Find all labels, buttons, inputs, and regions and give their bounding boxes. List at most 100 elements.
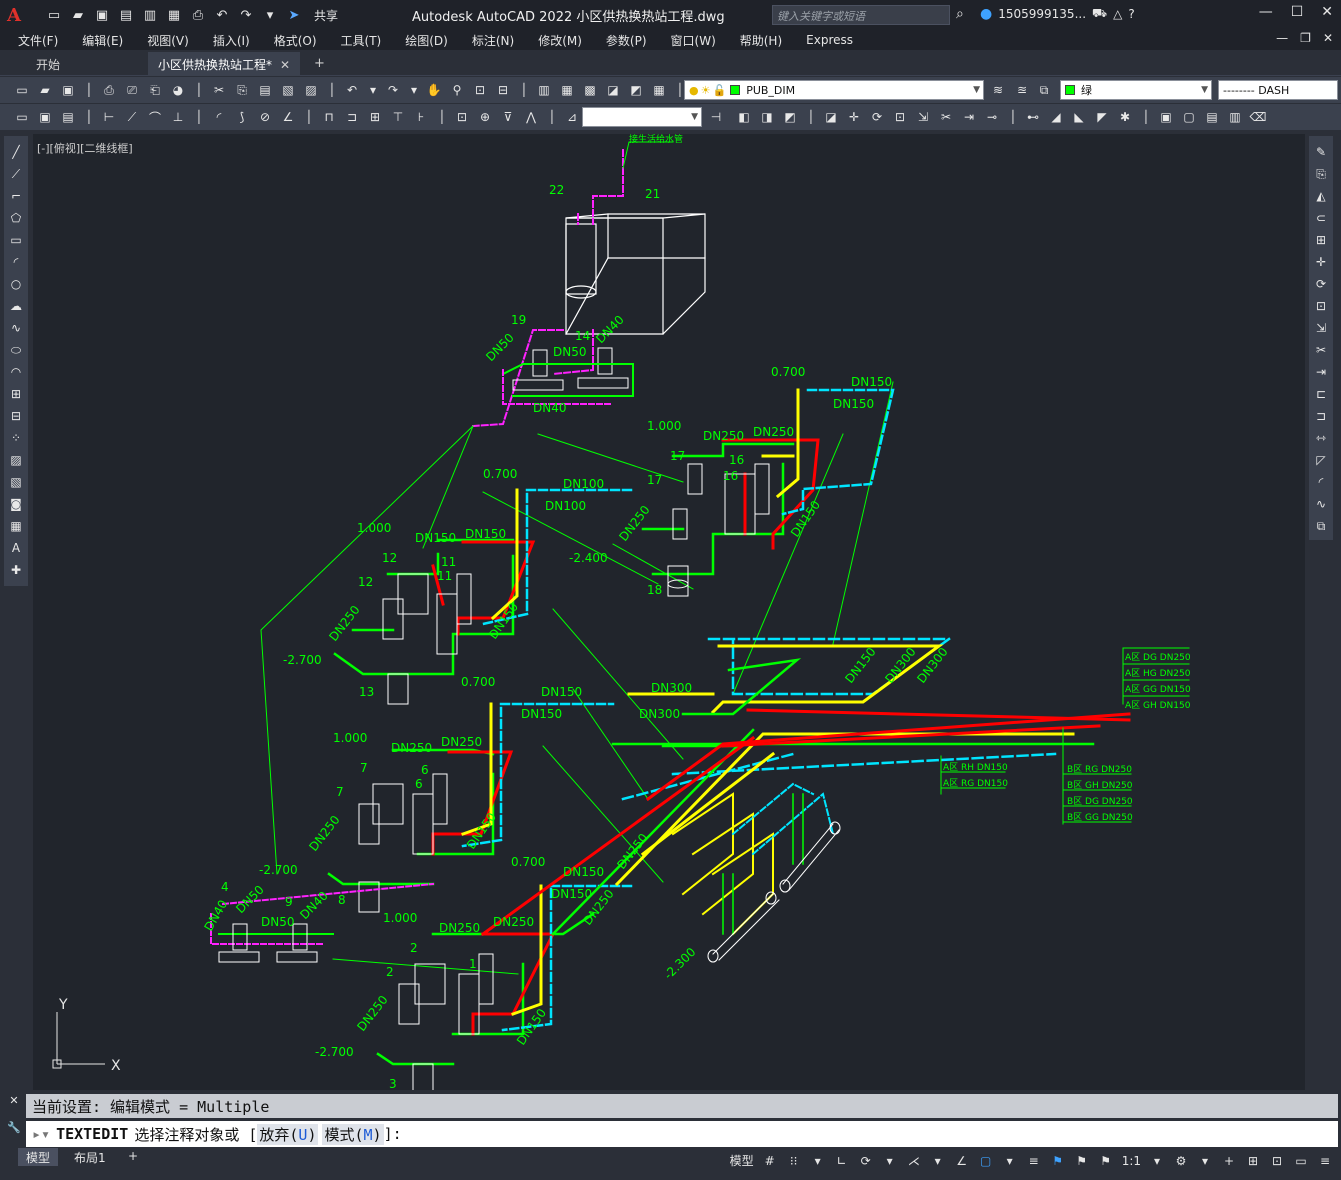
lineweight-icon[interactable]: ≡ <box>1026 1154 1042 1168</box>
dim-aligned2-icon[interactable]: ⟋ <box>122 107 142 127</box>
menu-insert[interactable]: 插入(I) <box>213 32 262 49</box>
extend-icon[interactable]: ⇥ <box>959 107 979 127</box>
open-folder-icon[interactable]: ▰ <box>68 6 88 24</box>
open-icon[interactable]: ▰ <box>35 80 55 100</box>
tool-palettes-icon[interactable]: ▩ <box>580 80 600 100</box>
rotate-icon[interactable]: ⟳ <box>1311 274 1331 294</box>
cut-icon[interactable]: ✂ <box>209 80 229 100</box>
annotation-scale-value[interactable]: 1:1 <box>1122 1154 1141 1168</box>
add-selected-icon[interactable]: ✚ <box>6 560 26 580</box>
menu-edit[interactable]: 编辑(E) <box>82 32 135 49</box>
dim-jogged-icon[interactable]: ⟆ <box>232 107 252 127</box>
menu-format[interactable]: 格式(O) <box>274 32 329 49</box>
calculator-icon[interactable]: ▦ <box>649 80 669 100</box>
paste-icon[interactable]: ▤ <box>255 80 275 100</box>
make-block-icon[interactable]: ⊟ <box>6 406 26 426</box>
copy-icon[interactable]: ⎘ <box>232 80 252 100</box>
ellipse-arc-icon[interactable]: ◠ <box>6 362 26 382</box>
cart-icon[interactable]: ⛟ <box>1092 6 1107 22</box>
join-icon[interactable]: ⊷ <box>1023 107 1043 127</box>
command-option-mode[interactable]: 模式(M) <box>322 1123 384 1145</box>
clean-screen-icon[interactable]: ▭ <box>1293 1154 1309 1168</box>
menu-modify[interactable]: 修改(M) <box>538 32 594 49</box>
tab-active-drawing[interactable]: 小区供热换热站工程* ✕ <box>148 52 301 76</box>
publish-icon[interactable]: ⎗ <box>145 80 165 100</box>
dim-style-icon[interactable]: ⊣ <box>706 107 726 127</box>
redo-icon[interactable]: ↷ <box>236 6 256 24</box>
save-icon[interactable]: ▣ <box>92 6 112 24</box>
trim-icon[interactable]: ✂ <box>1311 340 1331 360</box>
isodraft-dropdown-icon[interactable]: ▾ <box>930 1154 946 1168</box>
insert-block-icon[interactable]: ⊞ <box>6 384 26 404</box>
doc-close-button[interactable]: ✕ <box>1323 31 1333 45</box>
array-icon[interactable]: ⊞ <box>1311 230 1331 250</box>
command-input[interactable]: ▸▾ TEXTEDIT 选择注释对象或 [ 放弃(U) 模式(M) ]: <box>26 1121 1338 1147</box>
dim-space-icon[interactable]: ⊤ <box>388 107 408 127</box>
group-icon[interactable]: ▣ <box>1156 107 1176 127</box>
undo-icon[interactable]: ↶ <box>342 80 362 100</box>
close-button[interactable]: ✕ <box>1321 4 1333 20</box>
dim-arc-icon[interactable]: ⌒ <box>145 107 165 127</box>
menu-window[interactable]: 窗口(W) <box>671 32 728 49</box>
dim-aligned-icon[interactable]: ▤ <box>58 107 78 127</box>
command-close-icon[interactable]: ✕ <box>4 1094 24 1107</box>
center-mark-icon[interactable]: ⊕ <box>475 107 495 127</box>
tab-layout1[interactable]: 布局1 <box>66 1148 114 1166</box>
redo-icon[interactable]: ↷ <box>383 80 403 100</box>
grid-icon[interactable]: # <box>762 1154 778 1168</box>
arc-icon[interactable]: ◜ <box>6 252 26 272</box>
model-space-button[interactable]: 模型 <box>730 1152 754 1169</box>
multiline-text-icon[interactable]: A <box>6 538 26 558</box>
scale-icon[interactable]: ⊡ <box>890 107 910 127</box>
ellipse-icon[interactable]: ⬭ <box>6 340 26 360</box>
ortho-icon[interactable]: ∟ <box>834 1154 850 1168</box>
3d-print-icon[interactable]: ◕ <box>168 80 188 100</box>
menu-dimension[interactable]: 标注(N) <box>472 32 526 49</box>
menu-draw[interactable]: 绘图(D) <box>405 32 460 49</box>
help-icon[interactable]: ? <box>1128 7 1134 21</box>
menu-view[interactable]: 视图(V) <box>147 32 201 49</box>
trim-icon[interactable]: ✂ <box>936 107 956 127</box>
line-icon[interactable]: ╱ <box>6 142 26 162</box>
fillet-icon[interactable]: ◜ <box>1311 472 1331 492</box>
menu-help[interactable]: 帮助(H) <box>740 32 794 49</box>
help-search-input[interactable]: 键入关键字或短语 <box>772 5 950 25</box>
autodesk-app-icon[interactable]: △ <box>1113 7 1122 21</box>
fillet-icon[interactable]: ◣ <box>1069 107 1089 127</box>
new-tab-button[interactable]: + <box>314 56 325 71</box>
design-center-icon[interactable]: ▦ <box>557 80 577 100</box>
print-icon[interactable]: ⎙ <box>188 6 208 24</box>
dim-break-icon[interactable]: ⊦ <box>411 107 431 127</box>
properties-icon[interactable]: ▥ <box>534 80 554 100</box>
customize-icon[interactable]: ≡ <box>1317 1154 1333 1168</box>
layer-combo[interactable]: ● ☀ 🔓 PUB_DIM ▼ <box>684 80 984 100</box>
chamfer-icon[interactable]: ◸ <box>1311 450 1331 470</box>
scale-dropdown-icon[interactable]: ▾ <box>1149 1154 1165 1168</box>
menu-file[interactable]: 文件(F) <box>18 32 70 49</box>
user-account[interactable]: ● 1505999135... ⛟ △ ? <box>980 6 1135 22</box>
erase-icon[interactable]: ⌫ <box>1248 107 1268 127</box>
polar-dropdown-icon[interactable]: ▾ <box>882 1154 898 1168</box>
drawing-canvas[interactable]: [-][俯视][二维线框] 接生活给水管 21 22 19 14 DN50 DN… <box>33 134 1305 1090</box>
region-icon[interactable]: ◙ <box>6 494 26 514</box>
jogged-linear-icon[interactable]: ⋀ <box>521 107 541 127</box>
menu-parameter[interactable]: 参数(P) <box>606 32 659 49</box>
circle-icon[interactable]: ○ <box>6 274 26 294</box>
rectangle-icon[interactable]: ▭ <box>6 230 26 250</box>
share-icon[interactable]: ➤ <box>284 6 304 24</box>
zoom-realtime-icon[interactable]: ⚲ <box>447 80 467 100</box>
stretch-icon[interactable]: ⇲ <box>913 107 933 127</box>
isolate-objects-icon[interactable]: ⊞ <box>1245 1154 1261 1168</box>
move-icon[interactable]: ✛ <box>1311 252 1331 272</box>
osnap-dropdown-icon[interactable]: ▾ <box>1002 1154 1018 1168</box>
dim-angular-icon[interactable]: ∠ <box>278 107 298 127</box>
gradient-icon[interactable]: ▧ <box>6 472 26 492</box>
tab-start[interactable]: 开始 <box>26 52 70 76</box>
linetype-combo[interactable]: -------- DASH <box>1218 80 1338 100</box>
workspace-gear-icon[interactable]: ⚙ <box>1173 1154 1189 1168</box>
tolerance-icon[interactable]: ⊡ <box>452 107 472 127</box>
plus-icon[interactable]: + <box>1221 1154 1237 1168</box>
copy-icon[interactable]: ⎘ <box>1311 164 1331 184</box>
autocad-logo-icon[interactable]: A <box>0 0 28 30</box>
dim-linear-icon[interactable]: ▣ <box>35 107 55 127</box>
